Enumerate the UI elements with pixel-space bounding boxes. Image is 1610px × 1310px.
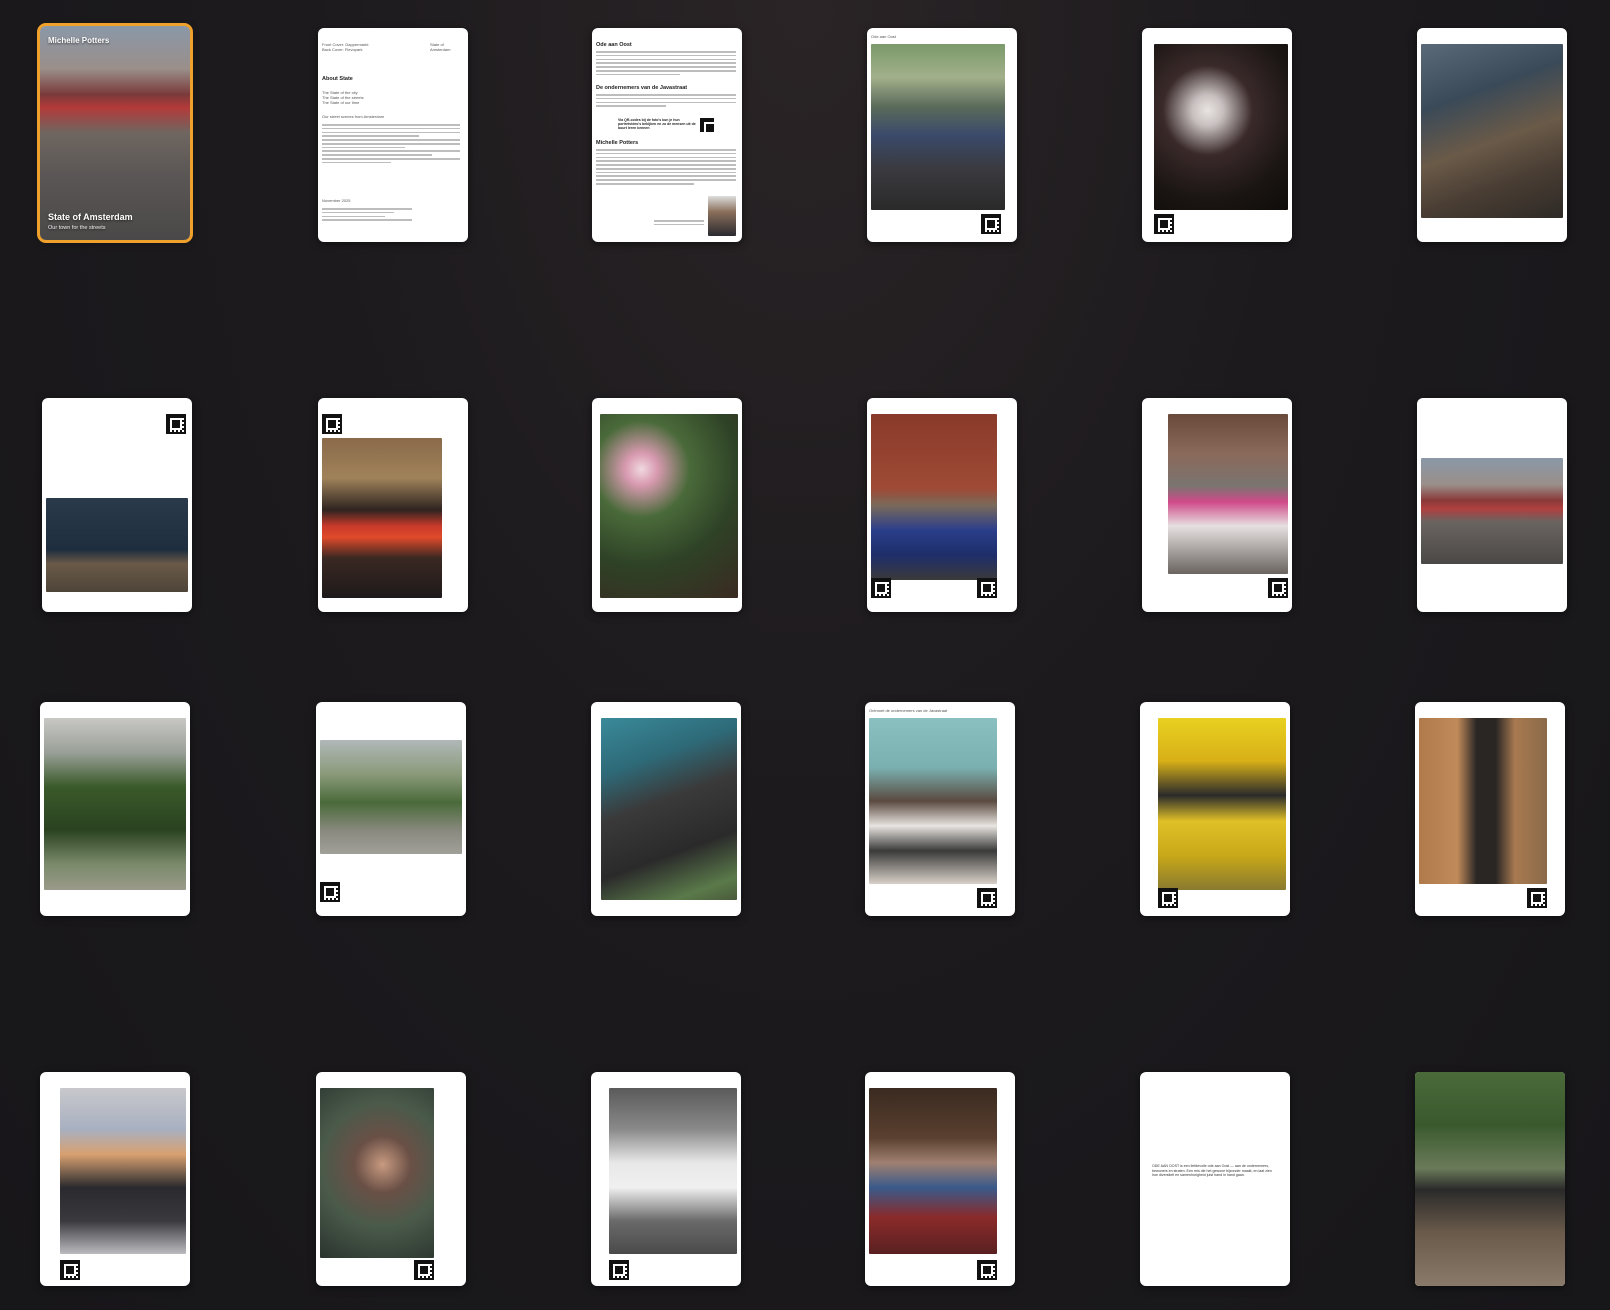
back-cover-photo — [1415, 1072, 1565, 1286]
page-thumb-1-cover[interactable]: Michelle Potters State of Amsterdam Our … — [37, 23, 193, 243]
ode-intro-text — [596, 51, 736, 77]
qr-code-icon[interactable] — [320, 882, 340, 902]
page-thumb-11[interactable] — [1142, 398, 1292, 612]
qr-code-icon[interactable] — [1268, 578, 1288, 598]
qr-code-icon[interactable] — [977, 578, 997, 598]
page-thumb-14[interactable] — [316, 702, 466, 916]
ode-body-text — [596, 94, 736, 109]
page-thumb-2-about[interactable]: Front Cover: Dappermarkt Back Cover: Fle… — [318, 28, 468, 242]
photo-shopkeeper-boxes — [1158, 718, 1286, 890]
author-contact — [654, 220, 704, 228]
page-thumb-3-ode[interactable]: Ode aan Oost De ondernemers van de Javas… — [592, 28, 742, 242]
page-thumb-19[interactable] — [40, 1072, 190, 1286]
ode-qr-note: Via QR-codes bij de foto's kun je hun po… — [618, 118, 696, 131]
photo-lake-dog — [46, 498, 188, 592]
about-date: November 2025 — [322, 198, 351, 203]
photo-man-at-table — [869, 1088, 997, 1254]
ode-heading: Ode aan Oost — [596, 42, 632, 48]
qr-code-icon[interactable] — [700, 118, 716, 134]
photo-water-pier — [1421, 44, 1563, 218]
cover-photo — [40, 26, 190, 240]
photo-men-playing-cards — [871, 44, 1005, 210]
page-grid: Michelle Potters State of Amsterdam Our … — [0, 0, 1610, 1310]
page-thumb-10[interactable] — [867, 398, 1017, 612]
qr-code-icon[interactable] — [1527, 888, 1547, 908]
page-header: Ode aan Oost — [871, 34, 896, 39]
author-portrait — [708, 196, 736, 236]
photo-cat-on-bin — [871, 414, 997, 580]
photo-pink-flowers — [600, 414, 738, 598]
photo-large-tree — [44, 718, 186, 890]
about-heading: About State — [322, 76, 353, 82]
page-thumb-5[interactable] — [1142, 28, 1292, 242]
cover-title: State of Amsterdam — [48, 212, 133, 222]
about-credits — [322, 208, 412, 223]
page-thumb-20[interactable] — [316, 1072, 466, 1286]
photo-woman-with-baby — [869, 718, 997, 884]
about-body-text — [322, 124, 460, 166]
photo-market-street — [1421, 458, 1563, 564]
ode-bio-text — [596, 149, 736, 187]
qr-code-icon[interactable] — [1158, 888, 1178, 908]
photo-red-bridge — [322, 438, 442, 598]
page-thumb-23[interactable]: ODE AAN OOST is een liefdevolle ode aan … — [1140, 1072, 1290, 1286]
qr-code-icon[interactable] — [871, 578, 891, 598]
qr-code-icon[interactable] — [981, 214, 1001, 234]
page-thumb-13[interactable] — [40, 702, 190, 916]
photo-girl-on-horse — [1168, 414, 1288, 574]
qr-code-icon[interactable] — [977, 1260, 997, 1280]
page-thumb-24-back-cover[interactable] — [1415, 1072, 1565, 1286]
page-header: Ontmoet de ondernemers van de Javastraat — [869, 708, 948, 713]
page-thumb-7[interactable] — [42, 398, 192, 612]
about-meta-right: State of Amsterdam — [430, 42, 451, 52]
page-thumb-6[interactable] — [1417, 28, 1567, 242]
photo-woman-shop — [60, 1088, 186, 1254]
ode-heading-2: De ondernemers van de Javastraat — [596, 85, 688, 91]
cover-subtitle: Our town for the streets — [48, 225, 106, 231]
about-subheads: The State of the city The State of the s… — [322, 90, 364, 105]
page-thumb-8[interactable] — [318, 398, 468, 612]
qr-code-icon[interactable] — [1154, 214, 1174, 234]
photo-baker-bread — [1419, 718, 1547, 884]
qr-code-icon[interactable] — [414, 1260, 434, 1280]
ode-heading-3: Michelle Potters — [596, 140, 639, 146]
page-thumb-16[interactable]: Ontmoet de ondernemers van de Javastraat — [865, 702, 1015, 916]
qr-code-icon[interactable] — [166, 414, 186, 434]
about-tagline: Our street scenes from Amsterdam — [322, 114, 385, 119]
photo-woman-flowers — [320, 1088, 434, 1258]
about-meta-left: Front Cover: Dappermarkt Back Cover: Fle… — [322, 42, 369, 52]
page-thumb-9[interactable] — [592, 398, 742, 612]
qr-code-icon[interactable] — [609, 1260, 629, 1280]
page-thumb-12[interactable] — [1417, 398, 1567, 612]
photo-lantern-parade — [1154, 44, 1288, 210]
qr-code-icon[interactable] — [977, 888, 997, 908]
page-thumb-22[interactable] — [865, 1072, 1015, 1286]
page-thumb-21[interactable] — [591, 1072, 741, 1286]
qr-code-icon[interactable] — [322, 414, 342, 434]
cover-author: Michelle Potters — [48, 36, 110, 45]
photo-coffee-vendor — [601, 718, 737, 900]
page-thumb-18[interactable] — [1415, 702, 1565, 916]
page-thumb-4[interactable]: Ode aan Oost — [867, 28, 1017, 242]
photo-baker-kitchen — [609, 1088, 737, 1254]
page-thumb-17[interactable] — [1140, 702, 1290, 916]
closing-text: ODE AAN OOST is een liefdevolle ode aan … — [1152, 1164, 1272, 1178]
page-thumb-15[interactable] — [591, 702, 741, 916]
photo-park-path — [320, 740, 462, 854]
qr-code-icon[interactable] — [60, 1260, 80, 1280]
